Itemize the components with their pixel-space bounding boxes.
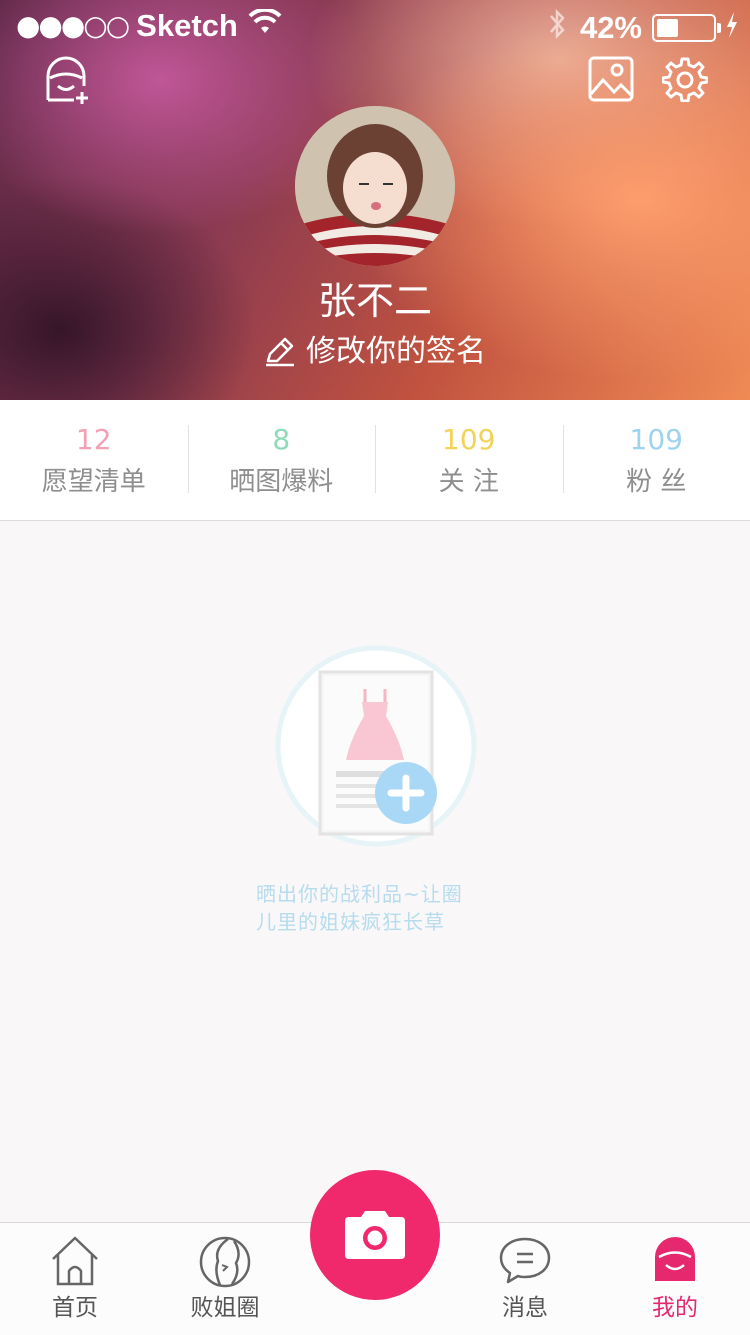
girl-profile-icon xyxy=(198,1235,252,1289)
tab-label: 我的 xyxy=(600,1293,750,1323)
stats-bar: 12 愿望清单 8 晒图爆料 109 关 注 109 粉 丝 xyxy=(0,400,750,521)
profile-header: ●●●○○ Sketch 42% xyxy=(0,0,750,400)
tab-me[interactable]: 我的 xyxy=(600,1223,750,1335)
stat-count: 109 xyxy=(563,422,750,458)
battery-fill xyxy=(657,19,678,37)
wifi-icon xyxy=(248,8,282,44)
signature-text: 修改你的签名 xyxy=(306,332,486,372)
battery-percent: 42% xyxy=(580,10,642,46)
avatar[interactable] xyxy=(295,106,455,266)
username: 张不二 xyxy=(0,278,750,324)
tab-label: 败姐圈 xyxy=(150,1293,300,1323)
stat-posts[interactable]: 8 晒图爆料 xyxy=(188,400,376,520)
tab-label: 消息 xyxy=(450,1293,600,1323)
status-bar: ●●●○○ Sketch 42% xyxy=(0,0,750,54)
hint-line-1: 晒出你的战利品~让圈 xyxy=(256,880,506,908)
add-post-illustration[interactable] xyxy=(274,644,478,848)
stat-followers[interactable]: 109 粉 丝 xyxy=(563,400,750,520)
settings-gear-icon[interactable] xyxy=(662,56,708,106)
background-image-icon[interactable] xyxy=(588,56,634,106)
charging-icon xyxy=(726,10,738,46)
hint-line-2: 儿里的姐妹疯狂长草 xyxy=(256,908,506,936)
stat-label: 晒图爆料 xyxy=(188,466,376,498)
bluetooth-icon xyxy=(548,8,566,48)
stat-wishlist[interactable]: 12 愿望清单 xyxy=(0,400,188,520)
stat-count: 8 xyxy=(188,422,376,458)
chat-bubble-icon xyxy=(498,1235,552,1285)
carrier-name: Sketch xyxy=(136,8,238,44)
camera-icon xyxy=(343,1203,407,1267)
signal-strength: ●●●○○ xyxy=(16,8,128,44)
tab-home[interactable]: 首页 xyxy=(0,1223,150,1335)
stat-label: 关 注 xyxy=(375,466,563,498)
home-icon xyxy=(49,1235,101,1287)
stat-count: 109 xyxy=(375,422,563,458)
tab-messages[interactable]: 消息 xyxy=(450,1223,600,1335)
stat-count: 12 xyxy=(0,422,188,458)
tab-circle[interactable]: 败姐圈 xyxy=(150,1223,300,1335)
empty-state-hint: 晒出你的战利品~让圈 儿里的姐妹疯狂长草 xyxy=(256,880,506,936)
camera-button[interactable] xyxy=(310,1170,440,1300)
stat-following[interactable]: 109 关 注 xyxy=(375,400,563,520)
add-friend-icon[interactable] xyxy=(42,56,92,110)
stat-label: 愿望清单 xyxy=(0,466,188,498)
pencil-icon xyxy=(264,337,296,367)
tab-label: 首页 xyxy=(0,1293,150,1323)
battery-icon xyxy=(652,14,716,42)
me-icon xyxy=(653,1235,697,1285)
edit-signature-button[interactable]: 修改你的签名 xyxy=(0,332,750,372)
stat-label: 粉 丝 xyxy=(563,466,750,498)
